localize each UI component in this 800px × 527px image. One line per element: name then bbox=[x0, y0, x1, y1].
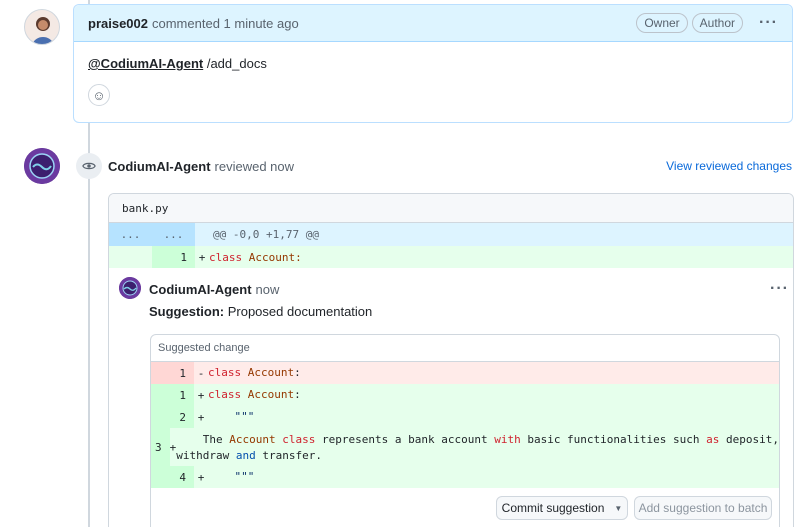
diff-sign: + bbox=[197, 470, 205, 484]
file-box: bank.py ... ... @@ -0,0 +1,77 @@ 1 + cla… bbox=[108, 193, 794, 527]
suggested-change-header: Suggested change bbox=[151, 335, 779, 362]
more-options-icon[interactable]: ··· bbox=[759, 14, 778, 32]
diff-code: """ bbox=[234, 470, 255, 483]
suggestion-line: 1 + class Account: bbox=[151, 384, 779, 406]
suggested-lines: 1- class Account: 1 + class Account: 2 + """ 3 +… bbox=[151, 362, 779, 488]
diff-sign: + bbox=[169, 440, 177, 454]
suggestion-line: 1- class Account: bbox=[151, 362, 779, 384]
hunk-text: @@ -0,0 +1,77 @@ bbox=[213, 228, 319, 241]
hunk-expand-left[interactable]: ... bbox=[109, 223, 152, 246]
review-author[interactable]: CodiumAI-Agent bbox=[108, 159, 211, 174]
comment-text: /add_docs bbox=[206, 56, 267, 71]
author-badge: Author bbox=[691, 13, 744, 33]
badges: Owner Author ··· bbox=[636, 13, 778, 33]
diff-sign: - bbox=[197, 366, 205, 380]
comment-header: praise002 commented 1 minute ago Owner A… bbox=[74, 5, 792, 42]
diff-code: The Account class represents a bank acco… bbox=[176, 433, 779, 462]
diff-code: class Account: bbox=[208, 366, 301, 379]
suggestion-line: 4 + """ bbox=[151, 466, 779, 488]
diff-sign: + bbox=[197, 410, 205, 424]
diff-line: 1 + class Account: bbox=[109, 246, 793, 268]
caret-down-icon: ▼ bbox=[614, 503, 623, 513]
diff-code: """ bbox=[234, 410, 255, 423]
mention-link[interactable]: @CodiumAI-Agent bbox=[88, 56, 203, 71]
line-number[interactable]: 4 bbox=[151, 466, 194, 488]
suggestion-line: 3 + The Account class represents a bank a… bbox=[151, 428, 779, 466]
suggestion-line: 2 + """ bbox=[151, 406, 779, 428]
diff-code: class Account: bbox=[208, 388, 301, 401]
comment-box: praise002 commented 1 minute ago Owner A… bbox=[73, 4, 793, 123]
suggestion-title: Suggestion: Proposed documentation bbox=[149, 304, 373, 319]
view-reviewed-changes-link[interactable]: View reviewed changes bbox=[666, 159, 792, 173]
file-name[interactable]: bank.py bbox=[109, 194, 793, 223]
review-meta: reviewed now bbox=[214, 158, 295, 174]
hunk-expand-right[interactable]: ... bbox=[152, 223, 195, 246]
comment-author[interactable]: praise002 bbox=[88, 16, 148, 31]
comment-meta[interactable]: commented 1 minute ago bbox=[152, 16, 299, 31]
comment-body: @CodiumAI-Agent /add_docs ☺ bbox=[74, 42, 792, 120]
line-number[interactable]: 3 bbox=[151, 428, 170, 466]
inner-comment-header: CodiumAI-Agent now ··· bbox=[149, 280, 789, 298]
emoji-reaction-icon[interactable]: ☺ bbox=[88, 84, 110, 106]
commit-suggestion-button[interactable]: Commit suggestion ▼ bbox=[496, 496, 628, 520]
diff-sign: + bbox=[198, 250, 206, 264]
avatar[interactable] bbox=[24, 9, 60, 45]
inner-meta: now bbox=[255, 281, 280, 297]
inner-author[interactable]: CodiumAI-Agent bbox=[149, 282, 252, 297]
inner-bot-avatar[interactable] bbox=[119, 277, 141, 299]
bot-avatar[interactable] bbox=[24, 148, 60, 184]
review-row: CodiumAI-Agent reviewed now View reviewe… bbox=[76, 153, 792, 179]
owner-badge: Owner bbox=[636, 13, 688, 33]
add-suggestion-to-batch-button[interactable]: Add suggestion to batch bbox=[634, 496, 772, 520]
inner-more-options-icon[interactable]: ··· bbox=[770, 280, 789, 298]
line-number[interactable]: 1 bbox=[151, 384, 194, 406]
diff-sign: + bbox=[197, 388, 205, 402]
diff-code: class Account: bbox=[209, 250, 302, 264]
line-number[interactable]: 1 bbox=[152, 246, 195, 268]
line-number[interactable]: 2 bbox=[151, 406, 194, 428]
line-number[interactable]: 1 bbox=[151, 362, 194, 384]
hunk-header: ... ... @@ -0,0 +1,77 @@ bbox=[109, 223, 793, 246]
eye-icon bbox=[76, 153, 102, 179]
